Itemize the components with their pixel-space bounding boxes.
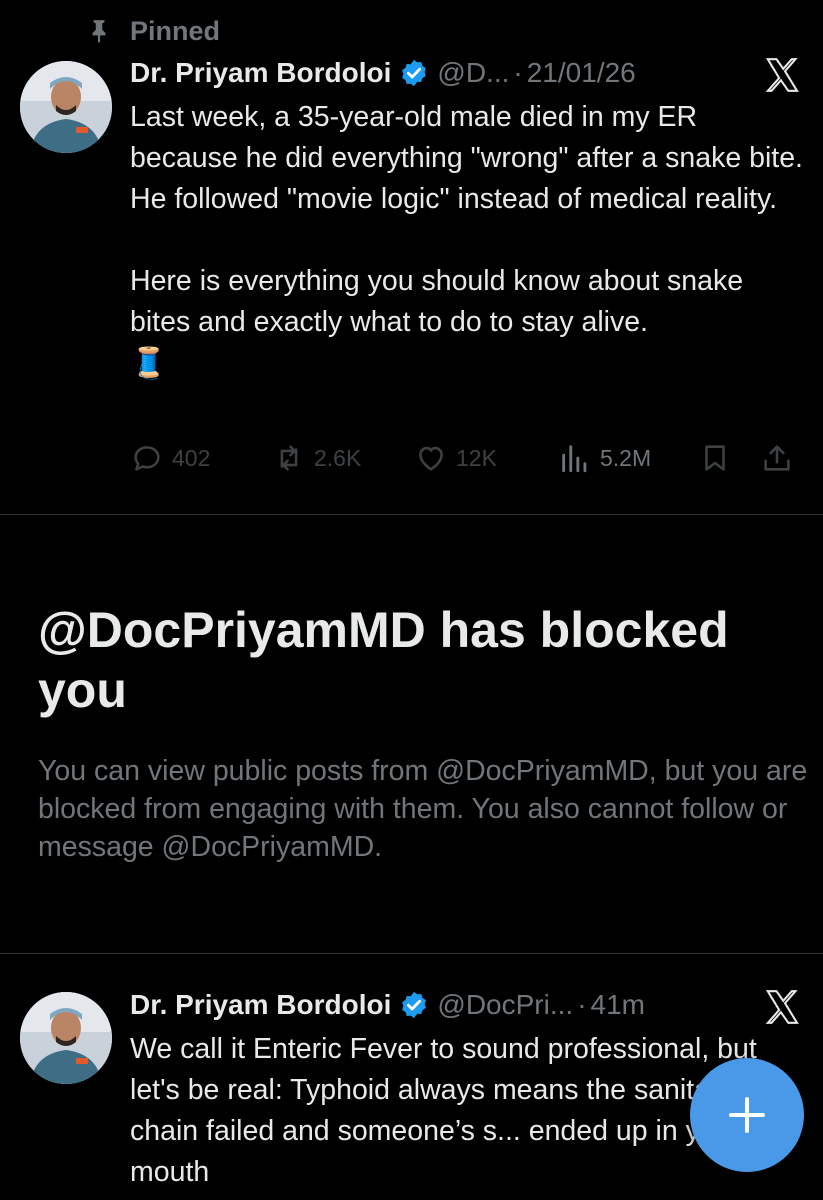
compose-button[interactable] <box>690 1058 804 1172</box>
blocked-description: You can view public posts from @DocPriya… <box>38 755 808 863</box>
views-icon <box>562 445 587 473</box>
bookmark-button[interactable] <box>698 440 732 476</box>
like-count: 12K <box>456 444 497 471</box>
post-paragraph: Last week, a 35-year-old male died in my… <box>130 101 803 215</box>
post-text: Last week, a 35-year-old male died in my… <box>130 97 805 384</box>
x-logo-icon[interactable] <box>763 56 801 94</box>
post-timestamp[interactable]: 21/01/26 <box>527 57 636 89</box>
like-button[interactable]: 12K <box>414 440 497 476</box>
repost-count: 2.6K <box>314 444 362 471</box>
reply-button[interactable]: 402 <box>130 440 210 476</box>
author-name[interactable]: Dr. Priyam Bordoloi <box>130 989 391 1021</box>
reply-icon <box>134 446 160 471</box>
avatar[interactable] <box>20 992 112 1084</box>
avatar[interactable] <box>20 61 112 153</box>
like-icon <box>419 446 443 471</box>
author-name[interactable]: Dr. Priyam Bordoloi <box>130 57 391 89</box>
post-timestamp[interactable]: 41m <box>591 989 645 1021</box>
author-handle[interactable]: @DocPri... <box>437 989 573 1021</box>
thread-spool-emoji: 🧵 <box>130 347 168 380</box>
bookmark-icon <box>705 445 725 471</box>
pinned-post[interactable]: Dr. Priyam Bordoloi @D... · 21/01/26 Las… <box>0 0 823 514</box>
verified-badge-icon <box>402 991 427 1019</box>
separator-dot: · <box>513 57 523 88</box>
verified-badge-icon <box>402 59 427 87</box>
post-actions: 402 2.6K 12K 5.2M <box>130 440 801 476</box>
post-paragraph: Here is everything you should know about… <box>130 265 744 338</box>
post-header: Dr. Priyam Bordoloi @D... · 21/01/26 <box>130 55 803 91</box>
author-handle[interactable]: @D... <box>437 57 509 89</box>
blocked-title: @DocPriyamMD has blocked you <box>38 602 729 718</box>
post-header: Dr. Priyam Bordoloi @DocPri... · 41m <box>130 987 803 1023</box>
repost-button[interactable]: 2.6K <box>272 440 361 476</box>
separator-dot: · <box>577 989 587 1020</box>
plus-icon <box>729 1097 765 1133</box>
divider <box>0 514 823 515</box>
share-icon <box>764 445 790 471</box>
reply-count: 402 <box>172 444 211 471</box>
x-logo-icon[interactable] <box>763 988 801 1026</box>
views-button[interactable]: 5.2M <box>558 440 651 476</box>
timeline-post[interactable]: Dr. Priyam Bordoloi @DocPri... · 41m We … <box>0 954 823 1200</box>
views-count: 5.2M <box>600 444 652 471</box>
share-button[interactable] <box>760 440 794 476</box>
repost-icon <box>280 445 298 471</box>
